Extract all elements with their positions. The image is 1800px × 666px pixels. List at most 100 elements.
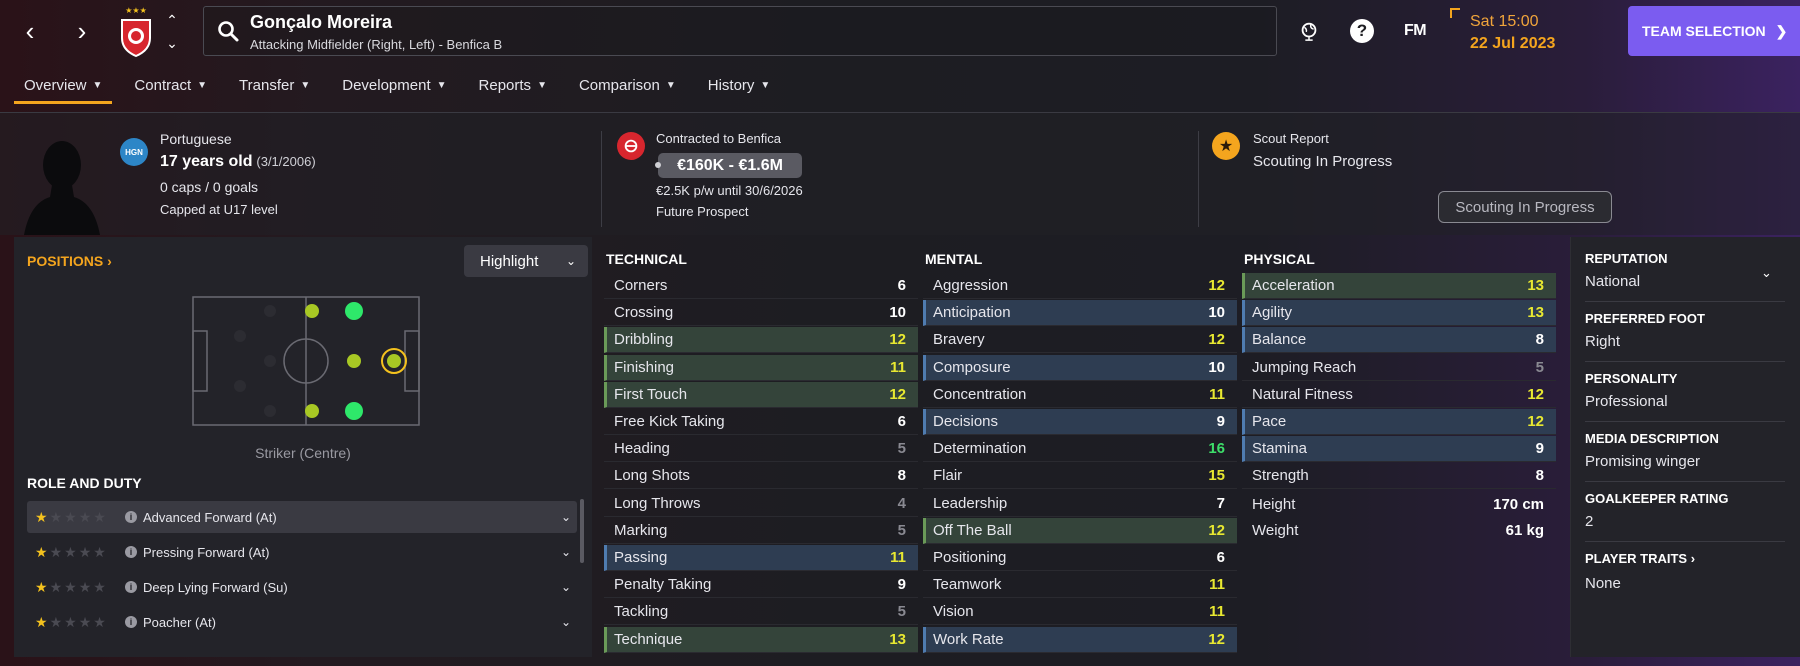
positions-panel: POSITIONS › Highlight ⌄ Striker (Centre)… bbox=[14, 237, 592, 657]
chevron-down-icon[interactable]: ⌄ bbox=[561, 615, 571, 629]
forward-arrow-icon[interactable]: › bbox=[68, 14, 96, 48]
attribute-row[interactable]: Tackling 5 bbox=[604, 599, 918, 626]
role-row[interactable]: ★ ★ ★ ★ ★ i Deep Lying Forward (Su) ⌄ bbox=[27, 571, 577, 603]
attribute-row[interactable]: Acceleration 13 bbox=[1242, 273, 1556, 299]
attribute-row[interactable]: Long Shots 8 bbox=[604, 463, 918, 490]
attribute-row[interactable]: Vision 11 bbox=[923, 599, 1237, 626]
positions-link[interactable]: POSITIONS › bbox=[27, 253, 112, 269]
attribute-row[interactable]: Penalty Taking 9 bbox=[604, 572, 918, 599]
attribute-row[interactable]: Natural Fitness 12 bbox=[1242, 382, 1556, 408]
back-arrow-icon[interactable]: ‹ bbox=[16, 14, 44, 48]
attribute-row[interactable]: Jumping Reach 5 bbox=[1242, 355, 1556, 381]
technical-title: TECHNICAL bbox=[606, 251, 687, 267]
attribute-row[interactable]: Long Throws 4 bbox=[604, 491, 918, 517]
attribute-row[interactable]: Positioning 6 bbox=[923, 545, 1237, 571]
attribute-row[interactable]: Composure 10 bbox=[923, 354, 1237, 381]
chevron-down-icon[interactable]: ⌄ bbox=[561, 545, 571, 559]
attribute-row[interactable]: Aggression 12 bbox=[923, 273, 1237, 299]
attribute-row[interactable]: Determination 16 bbox=[923, 436, 1237, 463]
player-traits-link[interactable]: PLAYER TRAITS › bbox=[1585, 551, 1695, 566]
attribute-value: 5 bbox=[897, 603, 906, 621]
player-cycle-arrows[interactable]: ⌃ ⌄ bbox=[162, 12, 182, 52]
attribute-row[interactable]: Balance 8 bbox=[1242, 327, 1556, 354]
attribute-row[interactable]: Strength 8 bbox=[1242, 463, 1556, 490]
attribute-row[interactable]: Free Kick Taking 6 bbox=[604, 409, 918, 435]
game-date[interactable]: Sat 15:00 22 Jul 2023 bbox=[1450, 8, 1600, 56]
tab-reports[interactable]: Reports ▼ bbox=[469, 66, 557, 104]
attribute-row[interactable]: Anticipation 10 bbox=[923, 300, 1237, 327]
attribute-value: 11 bbox=[1209, 603, 1225, 621]
chevron-down-icon[interactable]: ⌄ bbox=[166, 35, 178, 52]
attribute-value: 11 bbox=[1209, 385, 1225, 403]
attribute-row[interactable]: First Touch 12 bbox=[604, 381, 918, 408]
attribute-value: 10 bbox=[889, 304, 906, 322]
date-corner-decoration bbox=[1450, 8, 1460, 18]
attribute-row[interactable]: Finishing 11 bbox=[604, 354, 918, 381]
chevron-down-icon[interactable]: ⌄ bbox=[561, 510, 571, 524]
attribute-row[interactable]: Leadership 7 bbox=[923, 491, 1237, 517]
player-search-box[interactable]: Gonçalo Moreira Attacking Midfielder (Ri… bbox=[203, 6, 1277, 56]
chevron-down-icon: ▼ bbox=[197, 79, 208, 91]
attribute-row[interactable]: Flair 15 bbox=[923, 463, 1237, 490]
tab-contract[interactable]: Contract ▼ bbox=[124, 66, 217, 104]
attribute-row[interactable]: Agility 13 bbox=[1242, 300, 1556, 327]
chevron-down-icon[interactable]: ⌄ bbox=[561, 580, 571, 594]
tab-comparison[interactable]: Comparison ▼ bbox=[569, 66, 686, 104]
tab-overview[interactable]: Overview ▼ bbox=[14, 66, 113, 104]
info-icon[interactable]: i bbox=[125, 546, 137, 558]
attribute-name: Pace bbox=[1252, 413, 1287, 430]
tab-label: Reports bbox=[478, 76, 532, 94]
attribute-row[interactable]: Bravery 12 bbox=[923, 327, 1237, 354]
attribute-row[interactable]: Heading 5 bbox=[604, 436, 918, 463]
chevron-down-icon[interactable]: ⌄ bbox=[1761, 265, 1772, 281]
globe-icon[interactable] bbox=[1295, 17, 1323, 45]
attribute-row[interactable]: Stamina 9 bbox=[1242, 436, 1556, 463]
attribute-row[interactable]: Work Rate 12 bbox=[923, 626, 1237, 653]
role-row[interactable]: ★ ★ ★ ★ ★ i Advanced Forward (At) ⌄ bbox=[27, 501, 577, 533]
attribute-name: Technique bbox=[614, 630, 683, 648]
tab-development[interactable]: Development ▼ bbox=[332, 66, 456, 104]
tab-history[interactable]: History ▼ bbox=[698, 66, 781, 104]
attribute-name: Free Kick Taking bbox=[614, 413, 725, 430]
team-selection-button[interactable]: TEAM SELECTION ❯ bbox=[1628, 6, 1800, 56]
player-avatar bbox=[24, 141, 100, 235]
attribute-name: Natural Fitness bbox=[1252, 385, 1353, 403]
nation-flag-icon[interactable]: HGN bbox=[120, 138, 148, 166]
chevron-up-icon[interactable]: ⌃ bbox=[166, 12, 178, 29]
attribute-name: Passing bbox=[614, 549, 668, 566]
highlight-dropdown[interactable]: Highlight ⌄ bbox=[464, 245, 588, 277]
club-crest-icon[interactable]: ★★★ bbox=[116, 6, 156, 58]
star-icon: ★ bbox=[64, 543, 77, 560]
attribute-name: Dribbling bbox=[614, 331, 674, 349]
info-icon[interactable]: i bbox=[125, 511, 137, 523]
attribute-row[interactable]: Teamwork 11 bbox=[923, 572, 1237, 599]
transfer-value-pill[interactable]: €160K - €1.6M bbox=[655, 153, 802, 178]
attribute-value: 7 bbox=[1216, 494, 1225, 512]
search-icon[interactable] bbox=[216, 19, 240, 43]
attribute-row[interactable]: Dribbling 12 bbox=[604, 327, 918, 354]
role-rating-stars: ★ ★ ★ ★ ★ bbox=[35, 614, 119, 631]
role-row[interactable]: ★ ★ ★ ★ ★ i Poacher (At) ⌄ bbox=[27, 606, 577, 638]
attribute-name: Composure bbox=[933, 358, 1011, 376]
roles-scrollbar[interactable] bbox=[580, 499, 584, 563]
attribute-row[interactable]: Passing 11 bbox=[604, 545, 918, 571]
weight-row: Weight 61 kg bbox=[1242, 517, 1556, 543]
attribute-name: Decisions bbox=[933, 413, 999, 430]
info-icon[interactable]: i bbox=[125, 616, 137, 628]
preferred-foot-value: Right bbox=[1585, 333, 1621, 350]
attribute-row[interactable]: Crossing 10 bbox=[604, 300, 918, 327]
attribute-row[interactable]: Corners 6 bbox=[604, 273, 918, 299]
fm-logo-icon[interactable]: FM bbox=[1398, 17, 1432, 45]
attribute-row[interactable]: Marking 5 bbox=[604, 518, 918, 544]
attribute-row[interactable]: Pace 12 bbox=[1242, 409, 1556, 435]
current-position-caption: Striker (Centre) bbox=[255, 445, 351, 461]
help-icon[interactable]: ? bbox=[1350, 19, 1374, 43]
attribute-row[interactable]: Concentration 11 bbox=[923, 382, 1237, 408]
attribute-row[interactable]: Off The Ball 12 bbox=[923, 517, 1237, 544]
tab-transfer[interactable]: Transfer ▼ bbox=[229, 66, 320, 104]
role-row[interactable]: ★ ★ ★ ★ ★ i Pressing Forward (At) ⌄ bbox=[27, 536, 577, 568]
scouting-in-progress-button[interactable]: Scouting In Progress bbox=[1438, 191, 1612, 223]
attribute-row[interactable]: Technique 13 bbox=[604, 626, 918, 653]
info-icon[interactable]: i bbox=[125, 581, 137, 593]
attribute-row[interactable]: Decisions 9 bbox=[923, 409, 1237, 435]
